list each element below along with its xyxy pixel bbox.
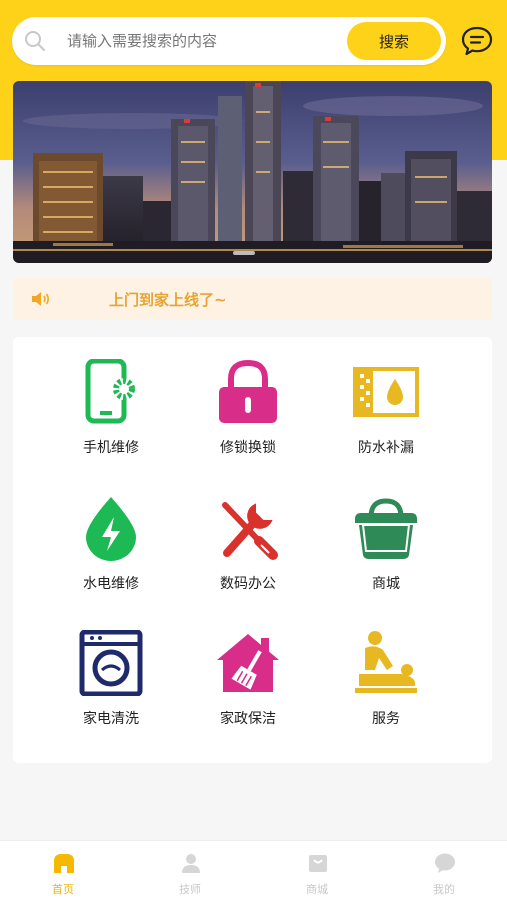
service-label: 家政保洁 <box>220 711 276 727</box>
service-waterproofing[interactable]: 防水补漏 <box>326 359 446 459</box>
house-broom-icon <box>217 634 279 692</box>
tab-technician[interactable]: 技师 <box>127 841 253 900</box>
bottom-tab-bar: 首页 技师 商城 我的 <box>0 840 507 900</box>
tab-label: 我的 <box>433 883 455 896</box>
tab-label: 商城 <box>306 883 328 896</box>
service-label: 数码办公 <box>220 576 276 592</box>
service-digital-office[interactable]: 数码办公 <box>188 495 308 595</box>
service-grid: 手机维修 修锁换锁 防水补漏 水电维修 数码办公 商城 家电清洗 家政保洁 服务 <box>13 337 492 763</box>
service-label: 商城 <box>372 576 400 592</box>
service-plumbing-electric[interactable]: 水电维修 <box>51 495 171 595</box>
water-lightning-icon <box>86 497 136 561</box>
service-label: 服务 <box>372 711 400 727</box>
waterproof-icon <box>353 367 419 417</box>
search-icon <box>25 31 45 51</box>
service-label: 手机维修 <box>83 440 139 456</box>
home-icon <box>54 854 74 873</box>
announcement-text: 上门到家上线了~ <box>109 291 227 309</box>
service-housekeeping[interactable]: 家政保洁 <box>188 630 308 730</box>
service-label: 防水补漏 <box>358 440 414 456</box>
mall-icon <box>309 855 327 872</box>
phone-settings-icon <box>85 359 135 424</box>
announcement-bar[interactable]: 上门到家上线了~ <box>13 278 492 320</box>
speaker-icon <box>32 292 50 306</box>
service-lock-repair[interactable]: 修锁换锁 <box>188 359 308 459</box>
city-banner-image[interactable] <box>13 81 492 263</box>
service-appliance-cleaning[interactable]: 家电清洗 <box>51 630 171 730</box>
service-label: 水电维修 <box>83 576 139 592</box>
search-box: 搜索 <box>12 17 446 65</box>
tab-label: 首页 <box>52 883 74 896</box>
profile-icon <box>435 853 455 873</box>
banner-indicator <box>233 251 255 255</box>
tools-icon <box>222 502 278 560</box>
technician-icon <box>182 854 200 873</box>
padlock-icon <box>219 359 277 423</box>
tab-profile[interactable]: 我的 <box>381 841 507 900</box>
tab-label: 技师 <box>179 883 201 896</box>
massage-service-icon <box>355 631 417 693</box>
service-mall[interactable]: 商城 <box>326 495 446 595</box>
message-icon[interactable] <box>460 25 494 57</box>
tab-mall[interactable]: 商城 <box>254 841 380 900</box>
shopping-bag-icon <box>355 498 417 559</box>
search-button[interactable]: 搜索 <box>347 22 441 60</box>
tab-home[interactable]: 首页 <box>0 841 126 900</box>
search-bar: 搜索 <box>12 17 495 65</box>
washing-machine-icon <box>79 630 143 696</box>
service-services[interactable]: 服务 <box>326 630 446 730</box>
service-phone-repair[interactable]: 手机维修 <box>51 359 171 459</box>
search-input[interactable] <box>67 27 337 55</box>
service-label: 家电清洗 <box>83 711 139 727</box>
service-label: 修锁换锁 <box>220 440 276 456</box>
